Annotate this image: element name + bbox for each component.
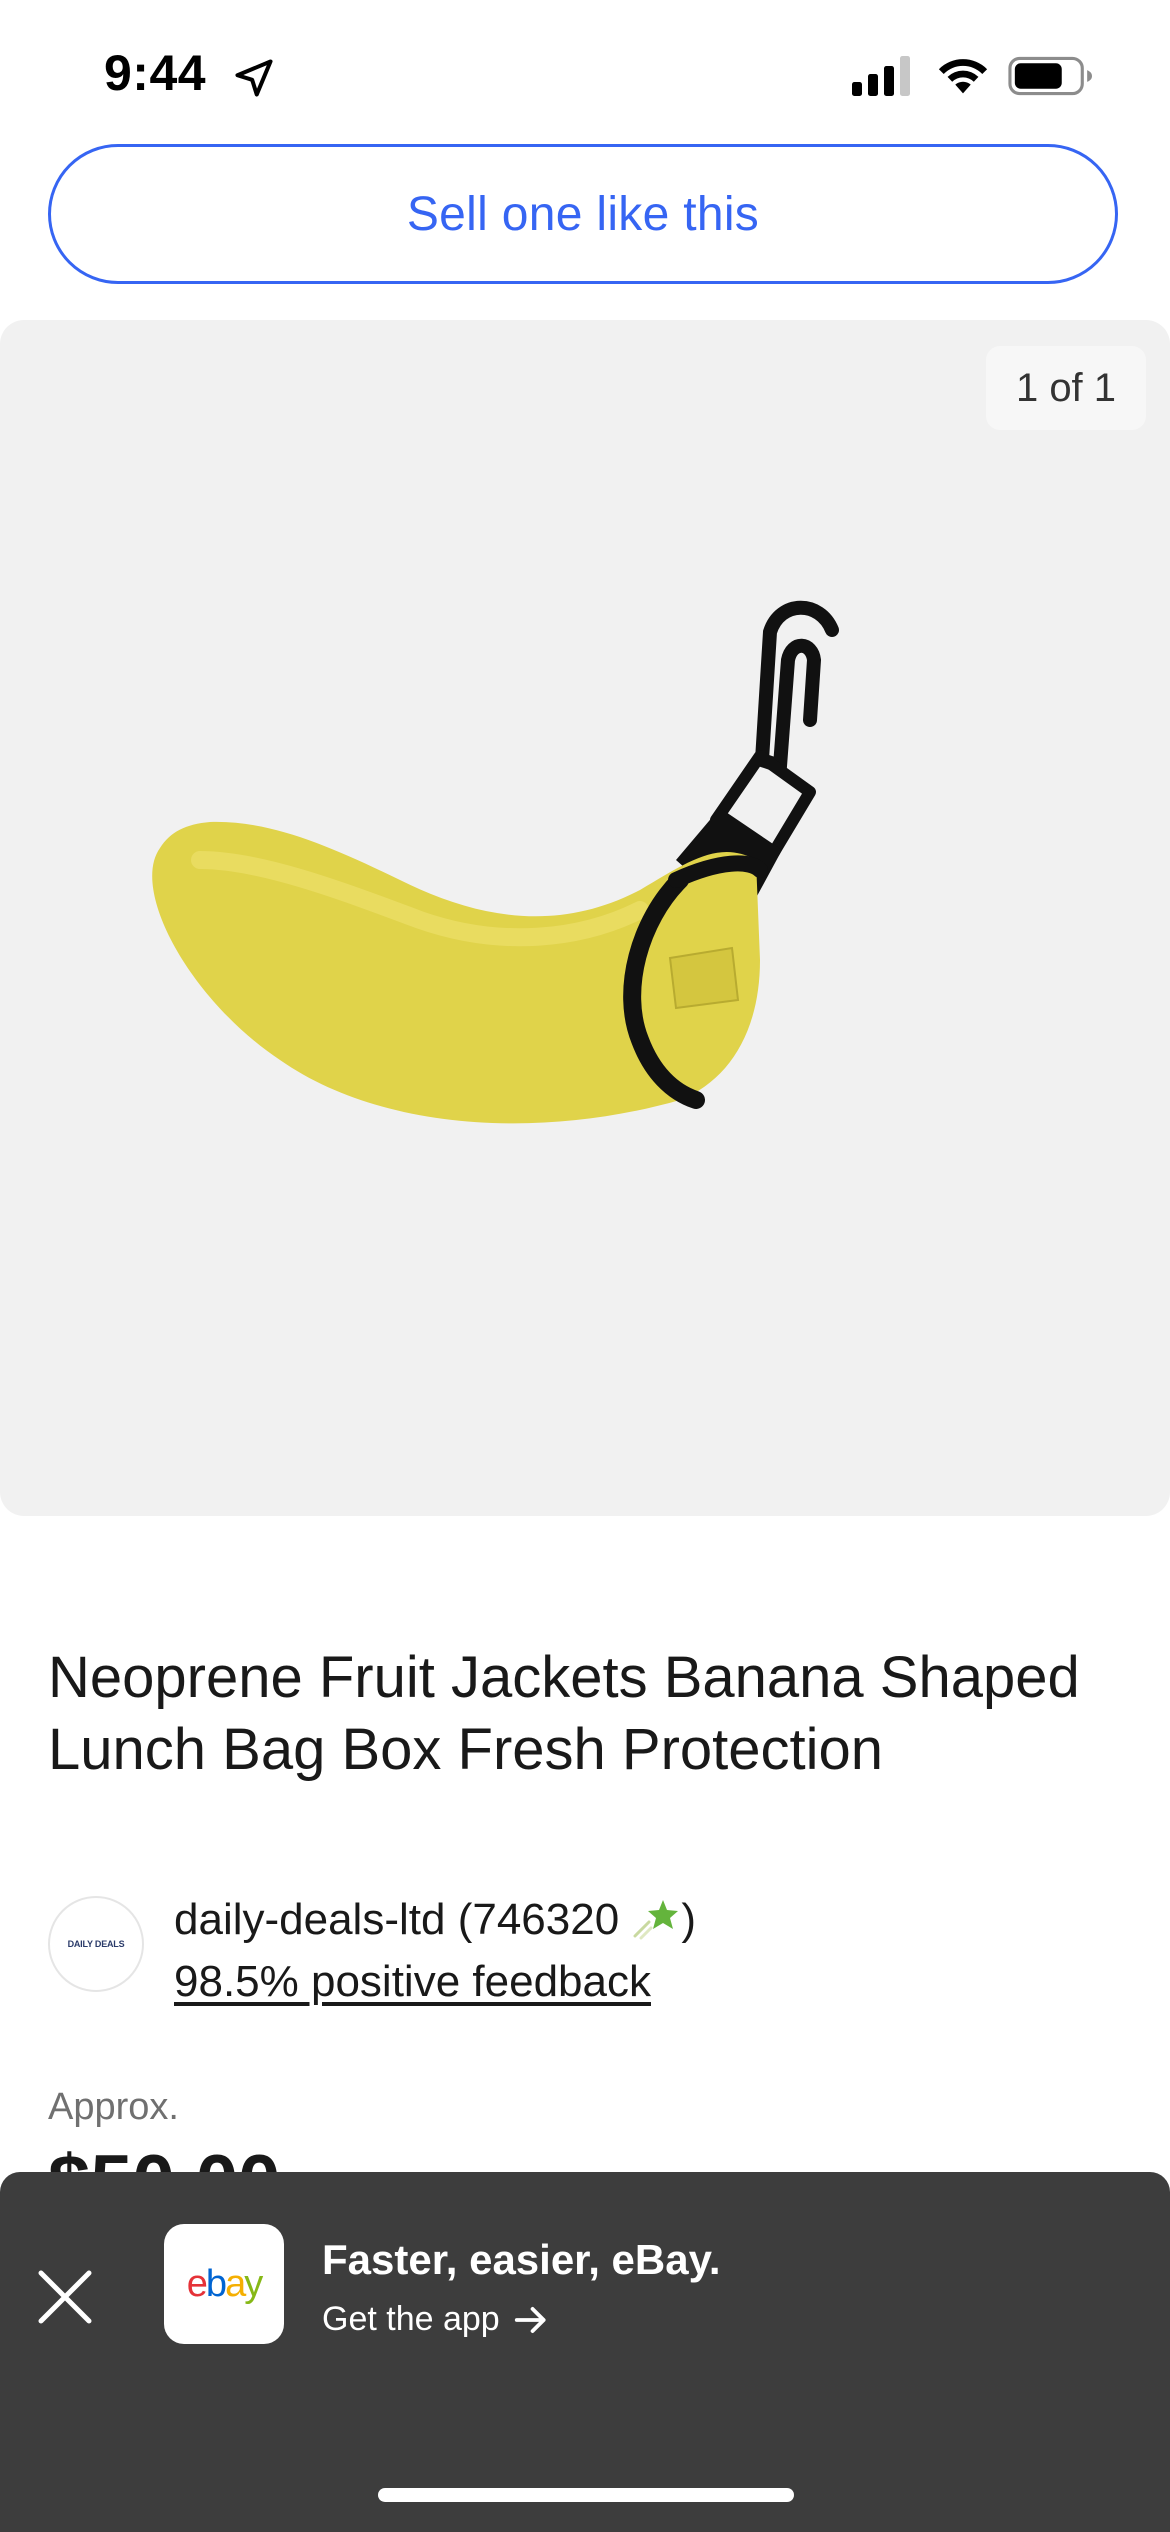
- app-download-banner: ebay Faster, easier, eBay. Get the app: [0, 2172, 1170, 2532]
- cellular-signal-icon: [852, 56, 910, 96]
- banner-title: Faster, easier, eBay.: [322, 2236, 721, 2283]
- gallery-counter: 1 of 1: [986, 346, 1146, 430]
- ebay-logo-wordmark: ebay: [186, 2262, 263, 2305]
- status-bar: 9:44: [0, 0, 1170, 140]
- seller-name[interactable]: daily-deals-ltd: [174, 1895, 445, 1944]
- close-banner-button[interactable]: [30, 2262, 100, 2332]
- get-the-app-link[interactable]: Get the app: [322, 2300, 550, 2339]
- seller-feedback-score-close: ): [681, 1895, 697, 1944]
- product-title: Neoprene Fruit Jackets Banana Shaped Lun…: [48, 1645, 1080, 1782]
- ebay-app-logo[interactable]: ebay: [164, 2224, 284, 2344]
- sell-one-like-this-button[interactable]: Sell one like this: [48, 144, 1118, 284]
- battery-icon: [1008, 56, 1093, 96]
- wifi-icon: [938, 59, 988, 94]
- seller-info: DAILY DEALS daily-deals-ltd (746320 ) 98…: [48, 1892, 1118, 2022]
- home-indicator[interactable]: [378, 2488, 794, 2502]
- image-gallery[interactable]: 1 of 1: [0, 320, 1170, 1516]
- location-arrow-icon: [235, 59, 273, 97]
- approx-label: Approx.: [48, 2086, 179, 2128]
- product-image[interactable]: [120, 560, 960, 1340]
- seller-avatar[interactable]: DAILY DEALS: [48, 1896, 144, 1992]
- get-the-app-label: Get the app: [322, 2300, 500, 2338]
- seller-feedback-score: (746320: [457, 1895, 620, 1944]
- shooting-star-icon: [633, 1900, 679, 1940]
- seller-avatar-logo-text: DAILY DEALS: [67, 1939, 125, 1949]
- status-time: 9:44: [104, 45, 207, 101]
- arrow-right-icon: [514, 2306, 546, 2333]
- seller-name-line[interactable]: daily-deals-ltd (746320 ): [174, 1892, 696, 1948]
- seller-positive-feedback-link[interactable]: 98.5% positive feedback: [174, 1954, 651, 2010]
- close-icon: [38, 2270, 92, 2324]
